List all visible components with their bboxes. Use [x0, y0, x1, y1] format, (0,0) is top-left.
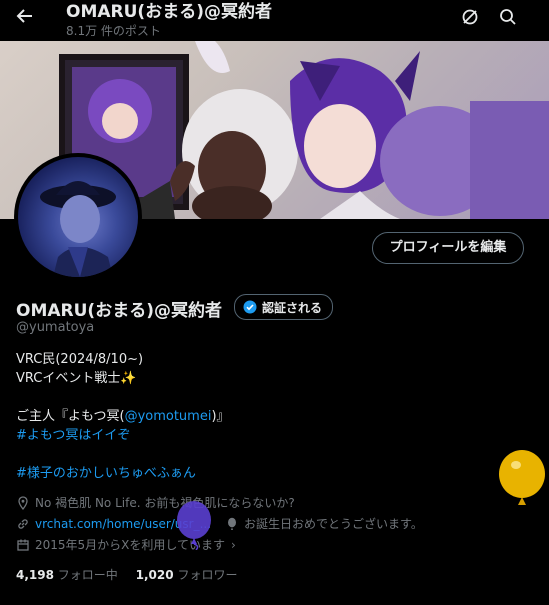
- search-icon[interactable]: [498, 7, 518, 27]
- purple-balloon-icon: [177, 501, 211, 550]
- following-count: 4,198: [16, 568, 54, 582]
- back-arrow-icon[interactable]: [14, 6, 36, 28]
- avatar[interactable]: [14, 153, 142, 281]
- hashtag-link[interactable]: #よもつ冥はイイぞ: [16, 426, 230, 445]
- avatar-image: [18, 157, 138, 277]
- edit-profile-button[interactable]: プロフィールを編集: [372, 232, 524, 264]
- get-verified-button[interactable]: 認証される: [234, 294, 334, 320]
- yellow-balloon-icon: [499, 450, 545, 505]
- following-label: フォロー中: [57, 568, 118, 582]
- followers-link[interactable]: 1,020 フォロワー: [136, 568, 238, 582]
- user-handle: @yumatoya: [16, 320, 95, 335]
- balloon-icon: [228, 517, 237, 530]
- calendar-icon: [17, 539, 29, 551]
- chevron-right-icon[interactable]: ›: [231, 538, 236, 552]
- follow-stats: 4,198 フォロー中 1,020 フォロワー: [16, 566, 237, 583]
- top-header: OMARU(おまる)@冥約者 8.1万 件のポスト: [0, 0, 549, 40]
- grok-icon[interactable]: [460, 7, 480, 27]
- location-row: No 褐色肌 No Life. お前も褐色肌にならないか?: [16, 494, 295, 511]
- followers-count: 1,020: [135, 568, 174, 582]
- hashtag-link[interactable]: #様子のおかしいちゅべふぁん: [16, 464, 230, 483]
- mention-link[interactable]: @yomotumei: [125, 409, 212, 424]
- post-count: 8.1万 件のポスト: [66, 24, 161, 38]
- bio-text: )』: [211, 409, 230, 424]
- followers-label: フォロワー: [177, 568, 238, 582]
- bio-line: ご主人『よもつ冥(@yomotumei)』: [16, 407, 230, 426]
- verified-label: 認証される: [262, 300, 323, 315]
- location-pin-icon: [18, 495, 28, 510]
- profile-bio: VRC民(2024/8/10~) VRCイベント戦士✨ ご主人『よもつ冥(@yo…: [16, 350, 230, 483]
- location-text: No 褐色肌 No Life. お前も褐色肌にならないか?: [35, 496, 295, 510]
- bio-line: VRC民(2024/8/10~): [16, 352, 144, 367]
- bio-text: ご主人『よもつ冥(: [16, 409, 125, 424]
- link-icon: [18, 518, 28, 529]
- birthday-text: お誕生日おめでとうございます。: [244, 517, 423, 531]
- display-name: OMARU(おまる)@冥約者: [16, 301, 222, 321]
- following-link[interactable]: 4,198 フォロー中: [16, 568, 118, 582]
- bio-line: VRCイベント戦士✨: [16, 371, 137, 386]
- verified-badge-icon: [243, 300, 257, 314]
- header-title: OMARU(おまる)@冥約者: [66, 2, 272, 22]
